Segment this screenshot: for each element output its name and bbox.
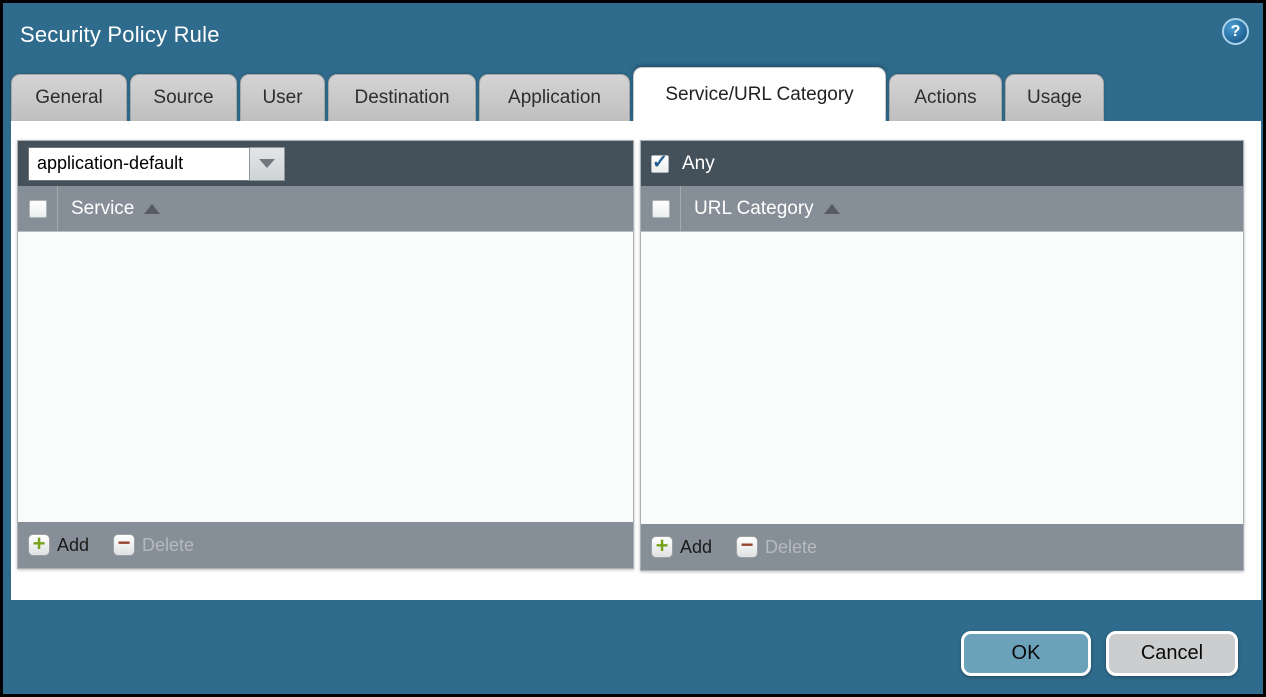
dialog-title: Security Policy Rule [20, 22, 220, 48]
url-category-delete-label: Delete [765, 537, 817, 558]
service-type-dropdown [28, 147, 285, 181]
service-column-label: Service [71, 198, 134, 220]
url-category-column-label: URL Category [694, 198, 814, 220]
plus-icon: + [28, 534, 50, 556]
help-icon[interactable]: ? [1222, 18, 1249, 45]
tab-bar: General Source User Destination Applicat… [11, 67, 1104, 121]
service-add-label: Add [57, 535, 89, 556]
url-category-footer: + Add − Delete [641, 524, 1243, 570]
tab-actions[interactable]: Actions [889, 74, 1002, 121]
security-policy-rule-dialog: Security Policy Rule ? General Source Us… [0, 0, 1266, 697]
any-checkbox-row: ✓ Any [651, 153, 715, 175]
url-category-table-header: URL Category [641, 186, 1243, 232]
service-toolbar [18, 141, 633, 186]
any-checkbox[interactable]: ✓ [651, 155, 669, 173]
ok-button[interactable]: OK [961, 631, 1091, 676]
service-table-header: Service [18, 186, 633, 232]
dialog-button-bar: OK Cancel [961, 631, 1238, 676]
chevron-down-icon [259, 159, 275, 168]
tab-service-url-category[interactable]: Service/URL Category [633, 67, 886, 121]
minus-icon: − [113, 534, 135, 556]
sort-ascending-icon [144, 204, 160, 214]
service-panel: Service + Add − Delete [17, 140, 634, 569]
help-icon-glyph: ? [1231, 23, 1241, 41]
service-type-input[interactable] [28, 147, 249, 181]
service-table-body[interactable] [18, 232, 633, 522]
tab-usage[interactable]: Usage [1005, 74, 1104, 121]
service-footer: + Add − Delete [18, 522, 633, 568]
tab-content-service-url-category: Service + Add − Delete [11, 121, 1261, 600]
url-category-delete-button[interactable]: − Delete [736, 536, 817, 558]
service-add-button[interactable]: + Add [28, 534, 89, 556]
minus-icon: − [736, 536, 758, 558]
sort-ascending-icon [824, 204, 840, 214]
service-select-all-checkbox[interactable] [29, 200, 47, 218]
url-category-add-label: Add [680, 537, 712, 558]
plus-icon: + [651, 536, 673, 558]
service-select-all-cell [18, 186, 58, 231]
url-category-select-all-cell [641, 186, 681, 231]
checkmark-icon: ✓ [652, 153, 668, 172]
url-category-panel: ✓ Any URL Category + [640, 140, 1244, 571]
url-category-column-header[interactable]: URL Category [681, 198, 840, 220]
url-category-toolbar: ✓ Any [641, 141, 1243, 186]
service-delete-label: Delete [142, 535, 194, 556]
url-category-table-body[interactable] [641, 232, 1243, 524]
titlebar: Security Policy Rule ? [3, 3, 1263, 64]
tab-source[interactable]: Source [130, 74, 237, 121]
service-type-dropdown-button[interactable] [249, 147, 285, 181]
service-delete-button[interactable]: − Delete [113, 534, 194, 556]
tab-general[interactable]: General [11, 74, 127, 121]
cancel-button[interactable]: Cancel [1106, 631, 1238, 676]
url-category-select-all-checkbox[interactable] [652, 200, 670, 218]
url-category-add-button[interactable]: + Add [651, 536, 712, 558]
tab-application[interactable]: Application [479, 74, 630, 121]
service-column-header[interactable]: Service [58, 198, 160, 220]
tab-destination[interactable]: Destination [328, 74, 476, 121]
any-label: Any [682, 153, 715, 175]
tab-user[interactable]: User [240, 74, 325, 121]
